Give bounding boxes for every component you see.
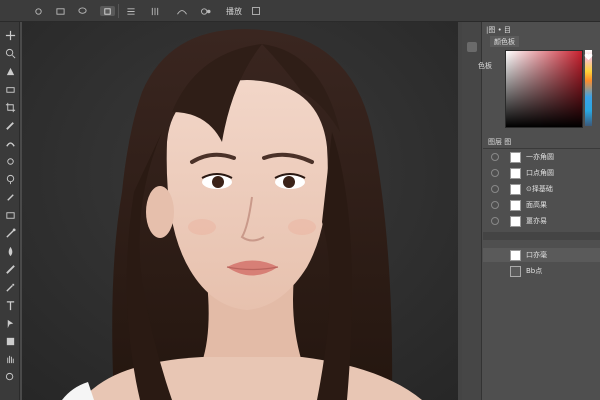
channel-name: 口亦毫 [526, 251, 547, 259]
layer-row[interactable]: 面高果 [483, 198, 600, 212]
stamp-icon[interactable] [3, 172, 17, 186]
zoom-icon[interactable] [3, 46, 17, 60]
canvas[interactable] [22, 22, 458, 400]
healing-icon[interactable] [3, 136, 17, 150]
warp-icon[interactable] [176, 6, 188, 16]
gradient-icon[interactable] [3, 226, 17, 240]
layer-row[interactable]: 一亦角圆 [483, 150, 600, 164]
blur-icon[interactable] [3, 244, 17, 258]
portrait-image [22, 22, 458, 400]
text-icon[interactable] [3, 298, 17, 312]
layer-name: 噩亦易 [526, 217, 547, 225]
visibility-eye-icon[interactable] [491, 169, 499, 177]
layer-thumbnail [510, 215, 521, 227]
path-select-icon[interactable] [3, 316, 17, 330]
visibility-eye-icon[interactable] [491, 185, 499, 193]
layer-name: 一亦角圆 [526, 153, 554, 161]
swatches-label: 色板 [478, 61, 492, 70]
history-brush-icon[interactable] [3, 190, 17, 204]
channel-row[interactable]: 口亦毫 [483, 248, 600, 262]
transform-icon[interactable] [100, 6, 115, 16]
layer-name: 面高果 [526, 201, 547, 209]
layer-thumbnail [510, 167, 521, 179]
brush-icon[interactable] [3, 154, 17, 168]
options-bar: 播放 [0, 0, 600, 22]
channel-row[interactable]: Bb点 [483, 264, 600, 278]
pen-icon[interactable] [3, 280, 17, 294]
distribute-icon[interactable] [150, 6, 160, 16]
channel-name: Bb点 [526, 267, 543, 275]
layer-thumbnail [510, 151, 521, 163]
eraser-icon[interactable] [3, 208, 17, 222]
layer-row[interactable]: 口点角圆 [483, 166, 600, 180]
move-icon[interactable] [34, 6, 43, 16]
magic-wand-icon[interactable] [3, 82, 17, 96]
3d-icon[interactable] [200, 6, 212, 16]
layer-thumbnail [510, 199, 521, 211]
visibility-eye-icon[interactable] [491, 201, 499, 209]
layers-footer [483, 232, 600, 240]
hue-slider[interactable] [585, 50, 592, 126]
align-icon[interactable] [126, 6, 136, 16]
zoom-out-icon[interactable] [3, 370, 17, 384]
visibility-eye-icon[interactable] [491, 153, 499, 161]
channel-thumbnail [510, 249, 521, 261]
eyedropper-icon[interactable] [3, 118, 17, 132]
layer-row[interactable]: ⊙择基础 [483, 182, 600, 196]
dodge-icon[interactable] [3, 262, 17, 276]
options-label: 播放 [226, 6, 242, 16]
channel-thumbnail [510, 265, 521, 277]
layer-row[interactable]: 噩亦易 [483, 214, 600, 228]
panel-dock [462, 22, 482, 400]
checkbox[interactable] [252, 6, 262, 16]
layers-panel-header: 图层 图 [488, 137, 512, 146]
rect-select-icon[interactable] [56, 6, 65, 16]
visibility-eye-icon[interactable] [491, 217, 499, 225]
hand-icon[interactable] [3, 352, 17, 366]
toolbar [0, 22, 20, 400]
crop-icon[interactable] [3, 100, 17, 114]
heart-icon [584, 52, 593, 61]
color-panel-toggle-icon[interactable] [467, 42, 477, 52]
tab-swatches[interactable]: 颜色板 [490, 36, 519, 47]
layer-name: 口点角圆 [526, 169, 554, 177]
shape-icon[interactable] [3, 334, 17, 348]
color-panel-header: |图 • 目 [486, 25, 511, 34]
move-icon[interactable] [3, 28, 17, 42]
color-picker-field[interactable] [505, 50, 583, 128]
layer-thumbnail [510, 183, 521, 195]
layer-name: ⊙择基础 [526, 185, 553, 193]
lasso-icon[interactable] [3, 64, 17, 78]
lasso-icon[interactable] [78, 6, 87, 16]
